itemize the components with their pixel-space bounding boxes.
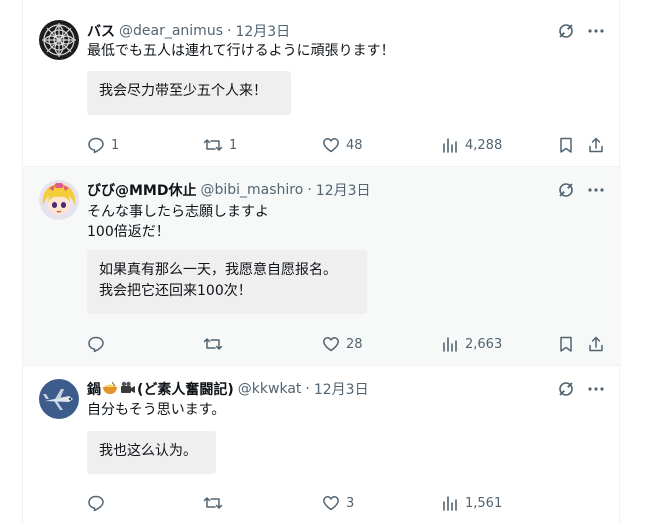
separator-dot: · [307, 182, 312, 198]
bookmark-icon [560, 336, 572, 352]
display-name-suffix: (ど素人奮闘記) [137, 382, 234, 398]
display-name[interactable]: バス [87, 21, 115, 41]
reply-count: 1 [111, 137, 120, 153]
like-button[interactable]: 3 [322, 493, 354, 513]
view-count: 2,663 [465, 336, 503, 352]
reply-icon [88, 495, 104, 512]
like-icon [323, 337, 339, 352]
reply-feed: バス @dear_animus · 12月3日 最低でも五人は連れて行けるように… [22, 0, 621, 524]
user-handle[interactable]: @bibi_mashiro [200, 182, 303, 198]
repost-count: 1 [229, 137, 238, 153]
post-text: 自分もそう思います。 [87, 402, 226, 418]
view-count: 4,288 [465, 137, 503, 153]
post-text: 最低でも五人は連れて行けるように頑張ります！ [87, 43, 395, 59]
display-name[interactable]: 鍋 (ど素人奮闘記) [87, 379, 234, 399]
post-kkwkat[interactable]: 鍋 (ど素人奮闘記) @kkwkat · 12月3日 自分もそう思います。 我也这… [23, 366, 621, 524]
like-icon [323, 496, 339, 511]
share-button[interactable] [587, 135, 605, 155]
post-header: びび@MMD休止 @bibi_mashiro · 12月3日 [87, 180, 605, 200]
grok-icon[interactable] [557, 181, 575, 199]
reply-button[interactable]: 1 [87, 135, 119, 155]
reply-icon [88, 336, 104, 353]
grok-icon[interactable] [557, 380, 575, 398]
views-icon [443, 337, 457, 352]
action-bar: 28 2,663 [87, 334, 605, 354]
left-margin [0, 0, 22, 524]
avatar[interactable] [39, 20, 79, 60]
separator-dot: · [226, 23, 232, 39]
views-button[interactable]: 2,663 [441, 334, 502, 354]
repost-icon [203, 338, 223, 350]
more-options-icon[interactable] [587, 380, 605, 398]
translation-box: 我也这么认为。 [87, 431, 216, 474]
post-text: そんな事したら志願しますよ 100倍返だ！ [87, 204, 269, 240]
views-icon [443, 138, 457, 153]
reply-button[interactable] [87, 334, 111, 354]
grok-icon[interactable] [557, 22, 575, 40]
display-name[interactable]: びび@MMD休止 [87, 180, 196, 200]
bookmark-button[interactable] [557, 135, 575, 155]
views-button[interactable]: 4,288 [441, 135, 502, 155]
like-button[interactable]: 28 [322, 334, 363, 354]
post-dear-animus[interactable]: バス @dear_animus · 12月3日 最低でも五人は連れて行けるように… [23, 0, 621, 167]
like-button[interactable]: 48 [322, 135, 363, 155]
bookmark-button[interactable] [557, 334, 575, 354]
display-name-prefix: 鍋 [87, 382, 101, 398]
post-header: バス @dear_animus · 12月3日 [87, 21, 605, 41]
like-icon [323, 138, 339, 153]
user-handle[interactable]: @dear_animus [119, 23, 223, 39]
post-date[interactable]: 12月3日 [314, 379, 369, 399]
translation-box: 我会尽力带至少五个人来！ [87, 71, 291, 115]
repost-icon [203, 139, 223, 151]
repost-icon [203, 497, 223, 509]
repost-button[interactable] [203, 334, 229, 354]
reply-button[interactable] [87, 493, 111, 513]
more-options-icon[interactable] [587, 22, 605, 40]
like-count: 3 [346, 495, 355, 511]
user-handle[interactable]: @kkwkat [238, 381, 302, 397]
noodle-bowl-icon [102, 381, 118, 399]
avatar[interactable] [39, 180, 79, 220]
views-icon [443, 496, 457, 511]
share-button[interactable] [587, 334, 605, 354]
action-bar: 3 1,561 [87, 493, 605, 513]
like-count: 48 [346, 137, 363, 153]
post-bibi-mashiro[interactable]: びび@MMD休止 @bibi_mashiro · 12月3日 そんな事したら志願… [23, 167, 621, 366]
share-icon [589, 336, 603, 352]
post-header: 鍋 (ど素人奮闘記) @kkwkat · 12月3日 [87, 379, 605, 399]
translation-box: 如果真有那么一天，我愿意自愿报名。 我会把它还回来100次！ [87, 250, 367, 314]
separator-dot: · [305, 381, 310, 397]
repost-button[interactable]: 1 [203, 135, 237, 155]
right-margin [620, 0, 655, 524]
post-date[interactable]: 12月3日 [316, 180, 371, 200]
views-button[interactable]: 1,561 [441, 493, 502, 513]
like-count: 28 [346, 336, 363, 352]
repost-button[interactable] [203, 493, 229, 513]
movie-camera-icon [120, 381, 136, 399]
avatar[interactable] [39, 379, 79, 419]
post-date[interactable]: 12月3日 [235, 21, 290, 41]
action-bar: 1 1 48 4,288 [87, 135, 605, 155]
share-icon [589, 137, 603, 153]
view-count: 1,561 [465, 495, 503, 511]
bookmark-icon [560, 137, 572, 153]
reply-icon [88, 137, 104, 154]
more-options-icon[interactable] [587, 181, 605, 199]
